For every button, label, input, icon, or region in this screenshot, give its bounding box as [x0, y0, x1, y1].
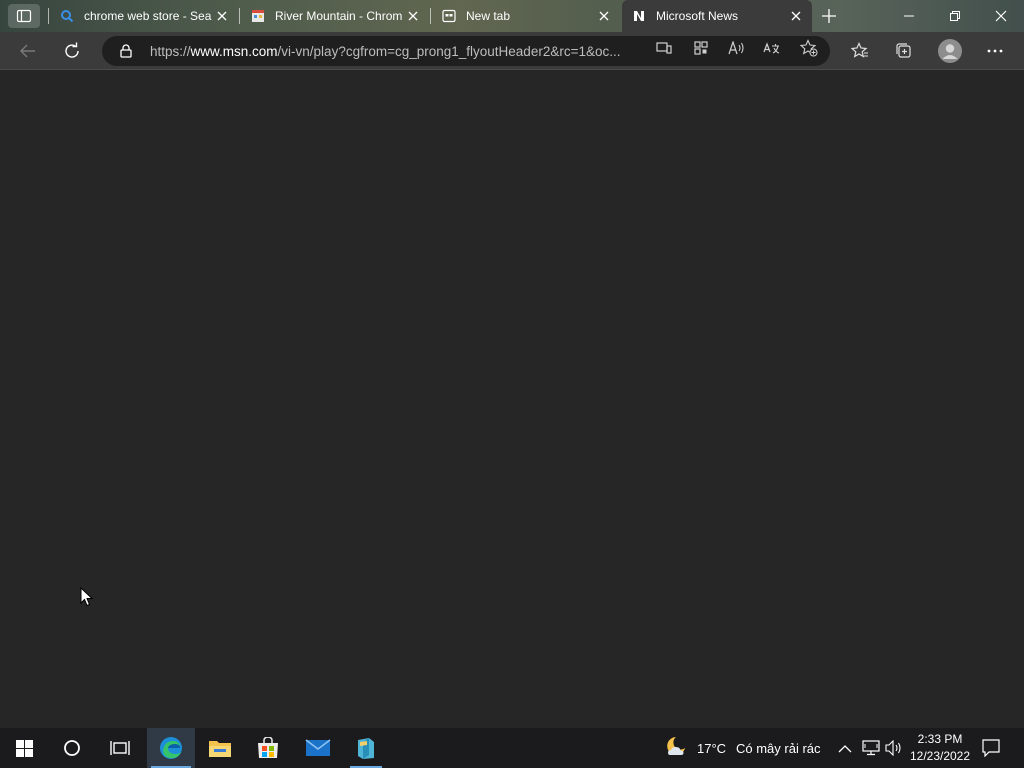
- taskbar-app-button[interactable]: [342, 728, 390, 768]
- tab-chrome-web-store[interactable]: chrome web store - Sea: [50, 2, 238, 30]
- close-icon: [995, 10, 1007, 22]
- url-path: /vi-vn/play?cgfrom=cg_prong1_flyoutHeade…: [277, 43, 621, 59]
- browser-titlebar: chrome web store - Sea River Mountain - …: [0, 0, 1024, 32]
- notification-center-icon[interactable]: [982, 739, 1000, 762]
- tab-label: River Mountain - Chrom: [275, 9, 403, 23]
- taskbar-store-button[interactable]: [244, 728, 292, 768]
- tab-label: chrome web store - Sea: [84, 9, 212, 23]
- tab-label: New tab: [466, 9, 511, 23]
- tab-new-tab[interactable]: New tab: [432, 2, 620, 30]
- restore-button[interactable]: [932, 0, 978, 32]
- taskbar-mail-button[interactable]: [294, 728, 342, 768]
- task-view-icon: [110, 741, 130, 755]
- search-icon: [60, 9, 74, 23]
- tab-actions-icon: [16, 9, 32, 23]
- taskbar-edge-button[interactable]: [147, 728, 195, 768]
- lock-icon[interactable]: [118, 44, 134, 58]
- url-prefix: https://: [150, 43, 191, 59]
- collections-button[interactable]: [889, 36, 919, 66]
- more-icon: [987, 49, 1003, 53]
- browser-toolbar: https://www.msn.com/vi-vn/play?cgfrom=cg…: [0, 32, 1024, 70]
- page-content[interactable]: [0, 71, 1024, 728]
- msn-news-icon: [632, 9, 646, 23]
- tab-close-icon[interactable]: [214, 8, 230, 24]
- show-hidden-icons-chevron-icon[interactable]: [838, 741, 852, 759]
- tab-river-mountain[interactable]: River Mountain - Chrom: [241, 2, 429, 30]
- back-arrow-icon: [20, 44, 35, 58]
- microsoft-store-icon: [258, 737, 278, 758]
- start-button[interactable]: [0, 728, 48, 768]
- mail-icon: [305, 739, 331, 756]
- add-favorite-icon[interactable]: [800, 39, 818, 57]
- task-view-button[interactable]: [96, 728, 144, 768]
- favorites-icon: [851, 42, 868, 58]
- weather-icon[interactable]: [664, 735, 690, 764]
- cortana-circle-icon: [64, 740, 80, 756]
- tab-close-icon[interactable]: [596, 8, 612, 24]
- store-icon: [251, 9, 265, 23]
- weather-condition[interactable]: Có mây rải rác: [736, 741, 821, 756]
- close-window-button[interactable]: [978, 0, 1024, 32]
- plus-icon: [822, 9, 836, 23]
- refresh-button[interactable]: [57, 36, 87, 66]
- clock-time: 2:33 PM: [917, 732, 963, 746]
- volume-icon[interactable]: [885, 739, 903, 761]
- translate-icon[interactable]: [763, 39, 781, 57]
- restore-icon: [950, 11, 960, 21]
- search-button[interactable]: [48, 728, 96, 768]
- edge-icon: [160, 737, 182, 759]
- qr-code-icon[interactable]: [692, 39, 710, 57]
- avatar: [938, 39, 962, 63]
- tab-label: Microsoft News: [656, 9, 739, 23]
- minimize-button[interactable]: [886, 0, 932, 32]
- read-aloud-icon[interactable]: [728, 39, 746, 57]
- tab-microsoft-news[interactable]: Microsoft News: [622, 0, 812, 32]
- back-button[interactable]: [13, 36, 43, 66]
- address-bar[interactable]: https://www.msn.com/vi-vn/play?cgfrom=cg…: [102, 36, 830, 66]
- network-icon[interactable]: [862, 740, 880, 761]
- collections-icon: [896, 43, 911, 58]
- tab-separator: [239, 8, 240, 24]
- windows-logo-icon: [15, 739, 33, 757]
- clock-date: 12/23/2022: [909, 749, 971, 763]
- refresh-icon: [65, 42, 79, 58]
- settings-more-button[interactable]: [980, 36, 1010, 66]
- folder-icon: [209, 741, 231, 757]
- favorites-button[interactable]: [845, 36, 875, 66]
- system-clock[interactable]: 2:33 PM 12/23/2022: [906, 731, 974, 765]
- taskbar-file-explorer-button[interactable]: [196, 728, 244, 768]
- tab-separator: [430, 8, 431, 24]
- windows-taskbar: 17°C Có mây rải rác 2:33 PM 12/23/2022: [0, 728, 1024, 768]
- tab-separator: [48, 8, 49, 24]
- mouse-cursor-icon: [80, 586, 94, 612]
- profile-button[interactable]: [935, 36, 965, 66]
- url-text[interactable]: https://www.msn.com/vi-vn/play?cgfrom=cg…: [150, 44, 648, 59]
- weather-temperature[interactable]: 17°C: [697, 741, 726, 756]
- tab-actions-button[interactable]: [8, 4, 40, 28]
- newtab-icon: [442, 9, 456, 23]
- new-tab-button[interactable]: [816, 4, 842, 28]
- tab-close-icon[interactable]: [788, 8, 804, 24]
- app-available-icon[interactable]: [655, 39, 673, 57]
- tab-close-icon[interactable]: [405, 8, 421, 24]
- url-host: www.msn.com: [190, 43, 278, 59]
- app-package-icon: [358, 738, 374, 759]
- minimize-icon: [904, 15, 914, 17]
